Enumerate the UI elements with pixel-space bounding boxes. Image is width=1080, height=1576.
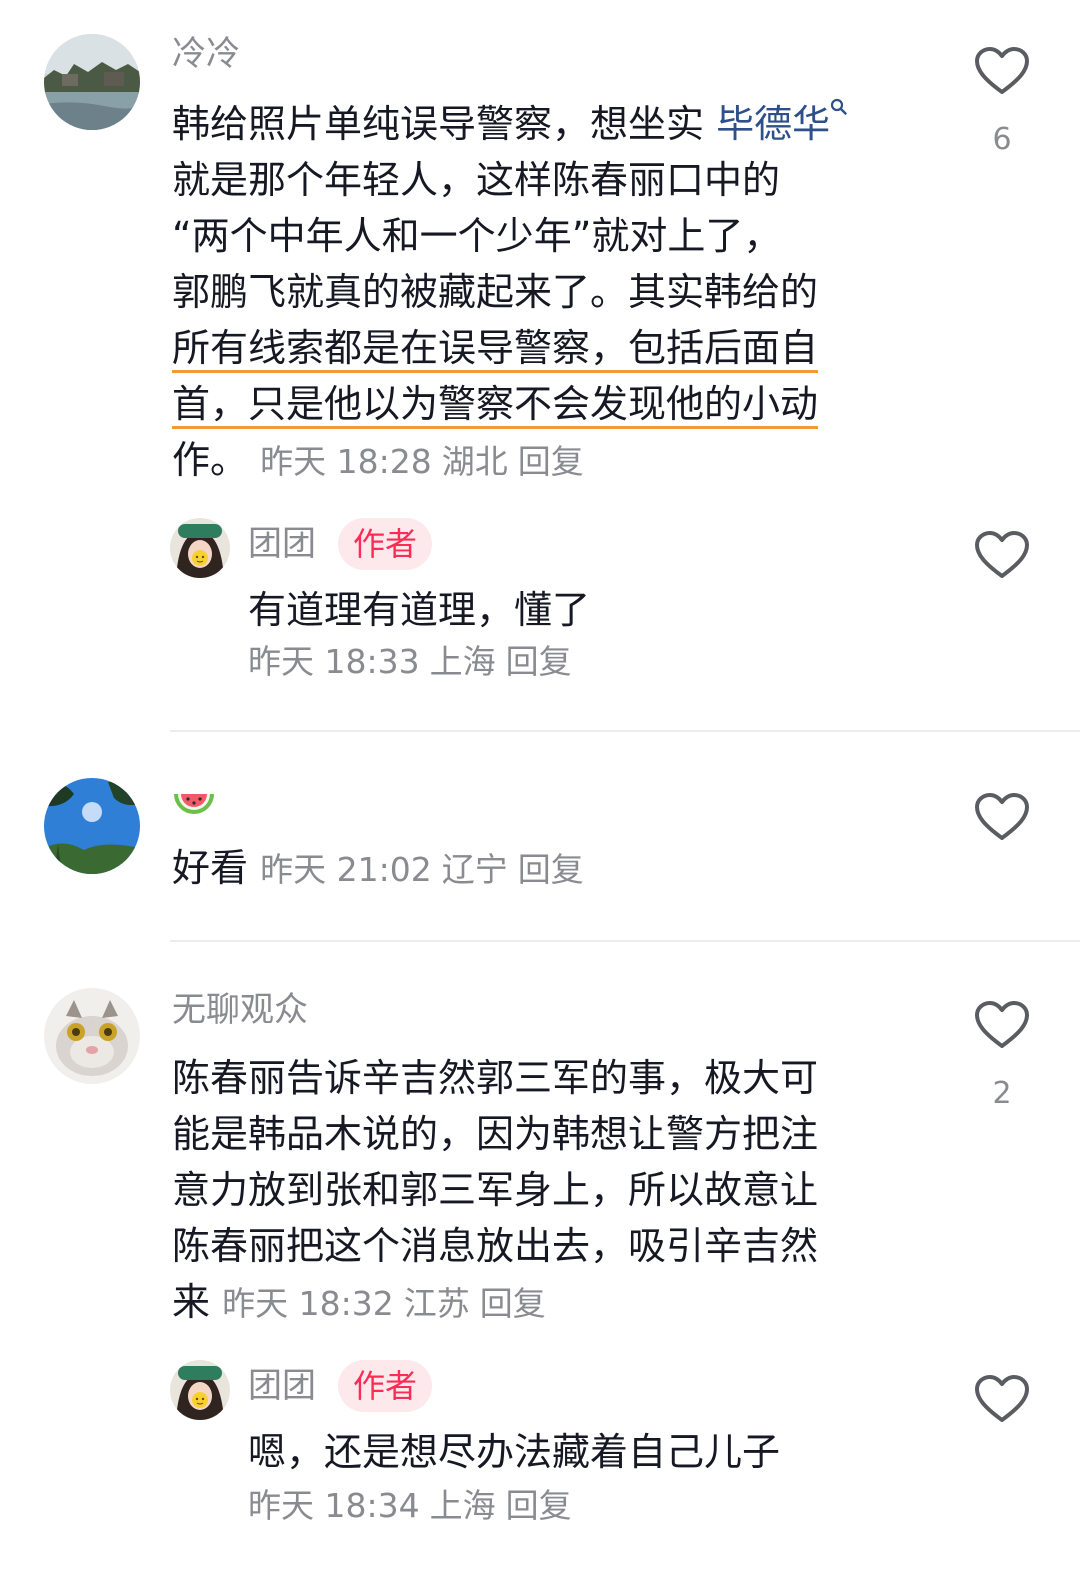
avatar-image-cat (44, 988, 140, 1084)
search-icon[interactable] (830, 98, 848, 116)
like-button[interactable] (972, 792, 1032, 842)
like-button[interactable]: 2 (972, 1000, 1032, 1111)
reply-time: 昨天 18:34 (248, 1486, 420, 1525)
reply-button[interactable]: 回复 (518, 850, 584, 889)
heart-outline-icon (975, 531, 1029, 578)
avatar-image-sky-tree (44, 778, 140, 874)
comment-text-line: 郭鹏飞就真的被藏起来了。其实韩给的 (172, 270, 819, 314)
comment-text-line: 就是那个年轻人，这样陈春丽口中的 (172, 158, 781, 202)
reply-avatar[interactable] (170, 518, 230, 578)
reply-avatar[interactable] (170, 1360, 230, 1420)
comment-text-line: 陈春丽把这个消息放出去，吸引辛吉然 (172, 1224, 819, 1268)
underlined-text: 首，只是他以为警察不会发现他的小动 (172, 382, 819, 429)
comment-location: 江苏 (403, 1284, 470, 1323)
underlined-text: 所有线索都是在误导警察，包括后面自 (172, 326, 819, 373)
comment-divider (170, 940, 1080, 942)
reply-meta: 昨天 18:33 上海 回复 (248, 642, 582, 682)
comment-text-line: 陈春丽告诉辛吉然郭三军的事，极大可 (172, 1056, 819, 1100)
reply-button[interactable]: 回复 (518, 442, 584, 481)
like-count: 6 (992, 122, 1012, 157)
like-button[interactable] (972, 1374, 1032, 1424)
avatar[interactable] (44, 778, 140, 874)
reply-location: 上海 (429, 1486, 496, 1525)
comment-text-content: 好看 (172, 846, 249, 890)
reply-author-name[interactable]: 团团 (248, 524, 316, 564)
reply-text: 有道理有道理，懂了 (248, 588, 591, 632)
comment-time: 昨天 18:32 (222, 1284, 394, 1323)
comment-divider (170, 730, 1080, 732)
search-link[interactable]: 毕德华 (716, 102, 830, 146)
comment-author-name[interactable]: 冷冷 (172, 34, 240, 74)
comment-location: 辽宁 (441, 850, 508, 889)
comment-text-line: 韩给照片单纯误导警察，想坐实 (172, 102, 717, 146)
avatar-image-girl (170, 1360, 230, 1420)
comment-text: 陈春丽告诉辛吉然郭三军的事，极大可 能是韩品木说的，因为韩想让警方把注 意力放到… (172, 1050, 932, 1332)
comment-author-name[interactable]: 无聊观众 (172, 990, 308, 1030)
like-count: 2 (992, 1076, 1012, 1111)
avatar[interactable] (44, 988, 140, 1084)
author-badge: 作者 (338, 1360, 432, 1412)
comment-location: 湖北 (441, 442, 508, 481)
comment-meta: 昨天 18:28 湖北 回复 (260, 442, 594, 481)
reply-meta: 昨天 18:34 上海 回复 (248, 1486, 582, 1526)
comment-time: 昨天 18:28 (260, 442, 432, 481)
reply-text: 嗯，还是想尽办法藏着自己儿子 (248, 1430, 781, 1474)
avatar-image-lake (44, 34, 140, 130)
like-button[interactable] (972, 530, 1032, 580)
comment-text: 韩给照片单纯误导警察，想坐实 毕德华 就是那个年轻人，这样陈春丽口中的 “两个中… (172, 96, 932, 490)
comment-text-line: 来 (172, 1280, 211, 1324)
reply-time: 昨天 18:33 (248, 642, 420, 681)
comment-time: 昨天 21:02 (260, 850, 432, 889)
like-button[interactable]: 6 (972, 46, 1032, 157)
heart-outline-icon (975, 47, 1029, 94)
reply-button[interactable]: 回复 (506, 642, 572, 681)
reply-button[interactable]: 回复 (480, 1284, 546, 1323)
comment-text-line: “两个中年人和一个少年”就对上了， (172, 214, 782, 258)
avatar[interactable] (44, 34, 140, 130)
comment-text-line: 意力放到张和郭三军身上，所以故意让 (172, 1168, 819, 1212)
heart-outline-icon (975, 793, 1029, 840)
reply-location: 上海 (429, 642, 496, 681)
comment-text: 好看 昨天 21:02 辽宁 回复 (172, 840, 594, 898)
avatar-image-girl (170, 518, 230, 578)
comment-meta: 昨天 21:02 辽宁 回复 (260, 850, 594, 889)
author-badge: 作者 (338, 518, 432, 570)
comment-text-line: 作。 (172, 438, 249, 482)
heart-outline-icon (975, 1001, 1029, 1048)
comment-meta: 昨天 18:32 江苏 回复 (222, 1284, 556, 1323)
watermelon-emoji (174, 794, 214, 814)
reply-author-name[interactable]: 团团 (248, 1366, 316, 1406)
comment-text-line: 能是韩品木说的，因为韩想让警方把注 (172, 1112, 819, 1156)
reply-button[interactable]: 回复 (506, 1486, 572, 1525)
heart-outline-icon (975, 1375, 1029, 1422)
